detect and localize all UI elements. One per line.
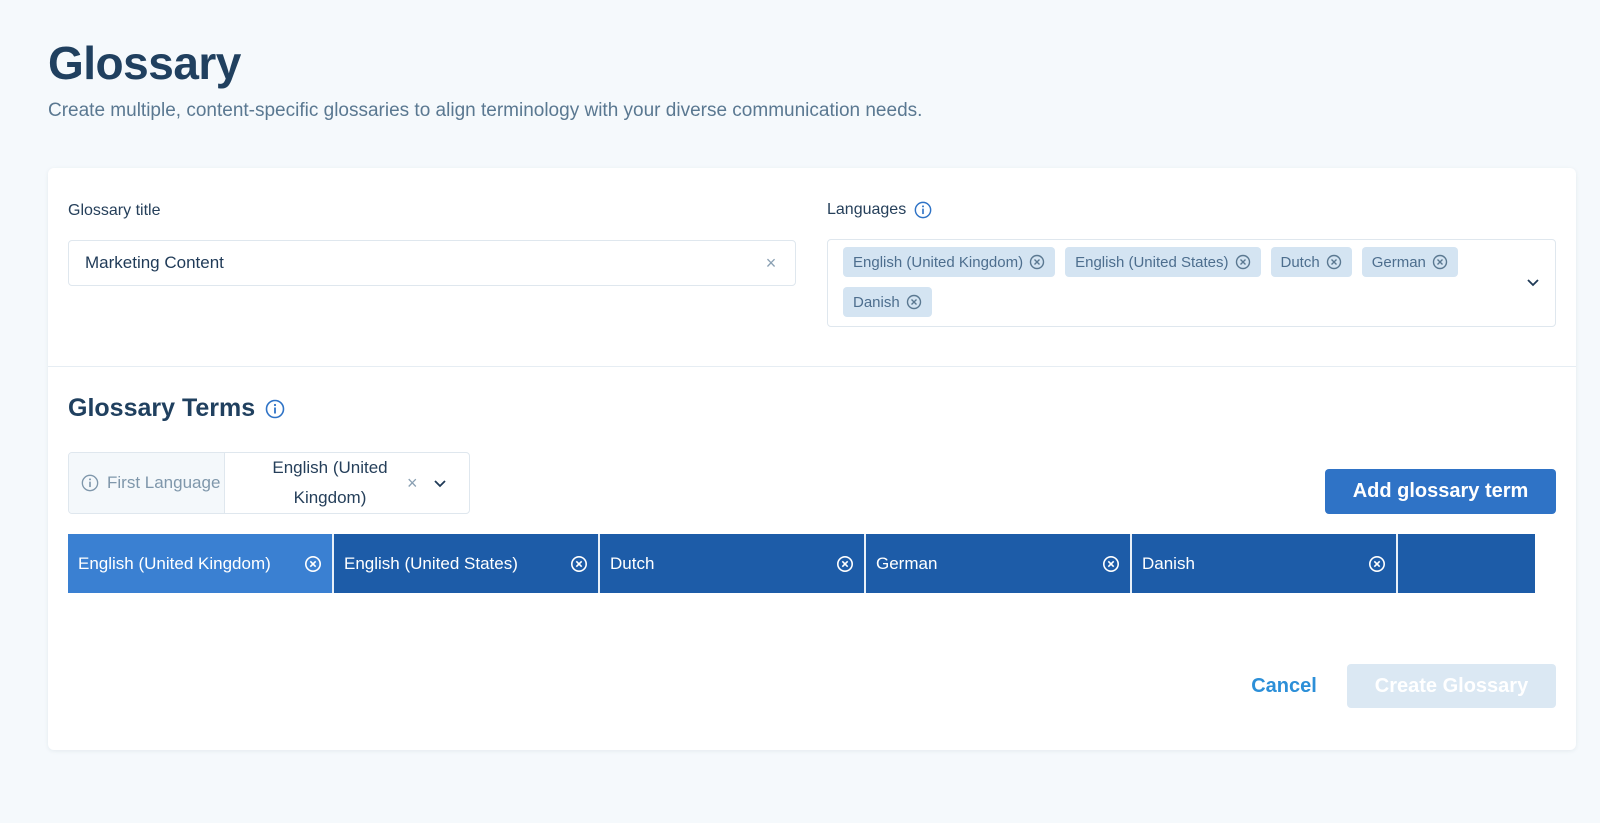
remove-chip-icon[interactable] <box>906 294 922 310</box>
column-header-label: English (United Kingdom) <box>78 553 271 573</box>
glossary-terms-heading: Glossary Terms <box>68 394 285 423</box>
language-chip: German <box>1361 247 1458 277</box>
first-language-label: First Language <box>69 453 225 513</box>
terms-table-header: English (United Kingdom) English (United… <box>68 534 1535 593</box>
glossary-terms-title: Glossary Terms <box>68 394 256 422</box>
languages-label-text: Languages <box>827 201 907 218</box>
info-icon[interactable] <box>914 201 932 219</box>
first-language-select[interactable]: First Language English (United Kingdom) … <box>68 452 470 514</box>
column-header[interactable]: German <box>866 534 1132 593</box>
glossary-title-label: Glossary title <box>68 202 160 220</box>
column-header[interactable]: English (United States) <box>334 534 600 593</box>
language-chip-label: Danish <box>853 293 900 311</box>
page-subtitle: Create multiple, content-specific glossa… <box>48 100 923 121</box>
column-header[interactable]: English (United Kingdom) <box>68 534 334 593</box>
glossary-form-card: Glossary title × Languages English (Unit… <box>48 168 1576 750</box>
cancel-button[interactable]: Cancel <box>1228 664 1340 708</box>
language-chip: English (United States) <box>1065 247 1261 277</box>
info-icon <box>81 474 99 492</box>
languages-multiselect[interactable]: English (United Kingdom) English (United… <box>827 239 1556 327</box>
remove-column-icon[interactable] <box>570 555 588 573</box>
column-header-label: Dutch <box>610 553 655 573</box>
glossary-title-field[interactable]: × <box>68 240 796 286</box>
remove-column-icon[interactable] <box>304 555 322 573</box>
column-header-label: German <box>876 553 938 573</box>
language-chip-label: Dutch <box>1280 253 1320 271</box>
languages-label: Languages <box>827 201 932 219</box>
info-icon[interactable] <box>265 399 285 419</box>
language-chip: Danish <box>843 287 932 317</box>
clear-first-language-icon[interactable]: × <box>407 473 418 494</box>
language-chip-label: German <box>1371 253 1426 271</box>
remove-column-icon[interactable] <box>1102 555 1120 573</box>
column-header-label: Danish <box>1142 553 1195 573</box>
glossary-title-input[interactable] <box>85 253 763 273</box>
first-language-label-text: First Language <box>107 473 221 492</box>
column-header[interactable]: Danish <box>1132 534 1398 593</box>
first-language-value[interactable]: English (United Kingdom) × <box>225 453 469 513</box>
first-language-selected: English (United Kingdom) <box>272 458 388 507</box>
remove-column-icon[interactable] <box>836 555 854 573</box>
language-chip-label: English (United Kingdom) <box>853 253 1024 271</box>
chevron-down-icon[interactable] <box>1525 274 1541 290</box>
language-chip-label: English (United States) <box>1075 253 1229 271</box>
language-chips: English (United Kingdom) English (United… <box>843 247 1515 317</box>
section-divider <box>48 366 1576 367</box>
language-chip: Dutch <box>1270 247 1352 277</box>
column-header-empty <box>1398 534 1535 593</box>
remove-chip-icon[interactable] <box>1235 254 1251 270</box>
remove-chip-icon[interactable] <box>1326 254 1342 270</box>
remove-column-icon[interactable] <box>1368 555 1386 573</box>
column-header[interactable]: Dutch <box>600 534 866 593</box>
chevron-down-icon[interactable] <box>432 475 448 491</box>
remove-chip-icon[interactable] <box>1029 254 1045 270</box>
column-header-label: English (United States) <box>344 553 518 573</box>
clear-title-icon[interactable]: × <box>763 253 779 274</box>
language-chip: English (United Kingdom) <box>843 247 1056 277</box>
create-glossary-button[interactable]: Create Glossary <box>1347 664 1556 708</box>
add-glossary-term-button[interactable]: Add glossary term <box>1325 469 1556 514</box>
remove-chip-icon[interactable] <box>1432 254 1448 270</box>
page-title: Glossary <box>48 37 241 89</box>
glossary-title-label-text: Glossary title <box>68 202 161 219</box>
